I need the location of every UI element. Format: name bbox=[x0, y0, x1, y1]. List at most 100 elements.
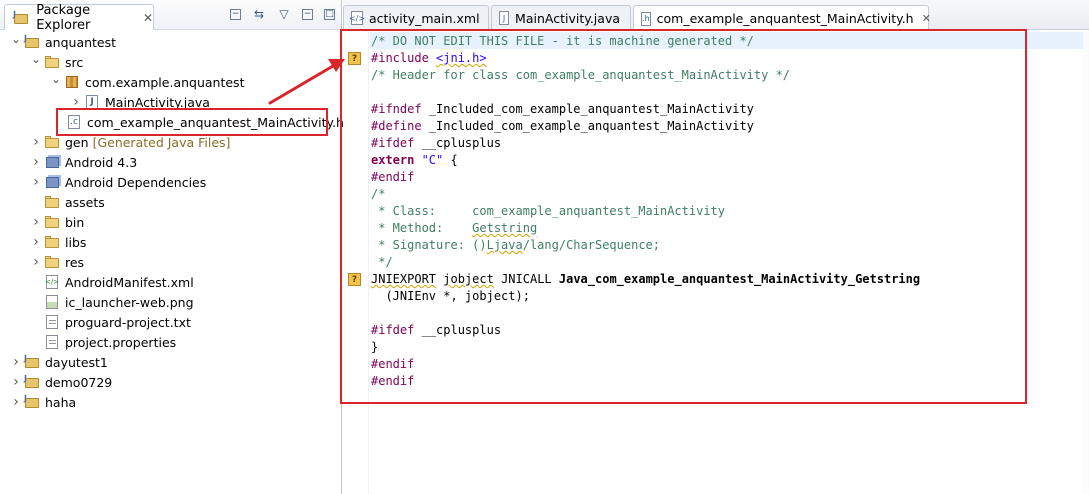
code-token: (JNIEnv *, jobject); bbox=[371, 289, 530, 303]
tree-item-label: src bbox=[65, 54, 84, 70]
project-icon: J bbox=[24, 354, 40, 370]
editor-area: </> activity_main.xml J MainActivity.java .h… bbox=[343, 0, 1089, 494]
code-token: _Included_com_example_anquantest_MainAct… bbox=[428, 119, 754, 133]
collapsed-chevron-icon[interactable]: › bbox=[30, 174, 42, 190]
tree-item-label: res bbox=[65, 254, 85, 270]
code-line: #ifdef __cplusplus bbox=[371, 322, 920, 339]
collapsed-chevron-icon[interactable]: › bbox=[30, 154, 42, 170]
collapsed-chevron-icon[interactable]: › bbox=[30, 134, 42, 150]
code-token: "C" bbox=[421, 153, 444, 167]
tree-item-label: assets bbox=[65, 194, 105, 210]
code-token: #endif bbox=[371, 357, 415, 371]
tree-item[interactable]: ⌄ src bbox=[30, 52, 83, 72]
tree-item[interactable]: ic_launcher-web.png bbox=[30, 292, 194, 312]
code-line: #endif bbox=[371, 373, 920, 390]
tree-item[interactable]: </> AndroidManifest.xml bbox=[30, 272, 194, 292]
close-icon[interactable]: ✕ bbox=[922, 12, 931, 25]
image-file-icon bbox=[44, 294, 60, 310]
view-title: Package Explorer bbox=[36, 2, 91, 33]
code-token: __cplusplus bbox=[421, 136, 502, 150]
tree-item[interactable]: › Jdayutest1 bbox=[10, 352, 108, 372]
tree-item[interactable]: › res bbox=[30, 252, 84, 272]
minimize-icon[interactable]: − bbox=[302, 8, 313, 20]
project-icon: J bbox=[24, 394, 40, 410]
code-line: ​ bbox=[371, 305, 920, 322]
code-line: #ifdef __cplusplus bbox=[371, 135, 920, 152]
editor-gutter: ?? bbox=[343, 31, 369, 494]
close-icon[interactable]: ✕ bbox=[143, 11, 153, 25]
code-token: Getstring bbox=[472, 221, 538, 235]
tree-item[interactable]: › Android 4.3 bbox=[30, 152, 137, 172]
collapsed-chevron-icon[interactable]: › bbox=[10, 354, 22, 370]
editor-tab[interactable]: .h com_example_anquantest_MainActivity.h ✕ bbox=[633, 5, 931, 31]
library-icon bbox=[44, 174, 60, 190]
code-line: } bbox=[371, 339, 920, 356]
code-text[interactable]: /* DO NOT EDIT THIS FILE - it is machine… bbox=[371, 33, 920, 390]
tree-item-decoration: [Generated Java Files] bbox=[92, 134, 231, 150]
code-line: #endif bbox=[371, 169, 920, 186]
expanded-chevron-icon[interactable]: ⌄ bbox=[10, 32, 22, 46]
collapsed-chevron-icon[interactable]: › bbox=[30, 214, 42, 230]
tree-item-label: gen bbox=[65, 134, 89, 150]
view-toolbar: − ⇆ ▽ − □ bbox=[230, 7, 335, 21]
code-line: */ bbox=[371, 254, 920, 271]
tree-item-label: project.properties bbox=[65, 334, 177, 350]
overview-ruler[interactable] bbox=[1083, 31, 1089, 494]
tree-item[interactable]: › libs bbox=[30, 232, 86, 252]
tree-item[interactable]: › Android Dependencies bbox=[30, 172, 206, 192]
maximize-icon[interactable]: □ bbox=[324, 8, 335, 20]
link-with-editor-icon[interactable]: ⇆ bbox=[252, 7, 266, 21]
expanded-chevron-icon[interactable]: ⌄ bbox=[50, 72, 62, 86]
tree-item-label: AndroidManifest.xml bbox=[65, 274, 194, 290]
c-header-file-icon: .h bbox=[641, 11, 651, 26]
package-explorer-tab[interactable]: J Package Explorer ✕ bbox=[4, 2, 154, 33]
code-line: #define _Included_com_example_anquantest… bbox=[371, 118, 920, 135]
code-line: /* bbox=[371, 186, 920, 203]
expanded-chevron-icon[interactable]: ⌄ bbox=[30, 52, 42, 66]
tree-item[interactable]: ⌄ com.example.anquantest bbox=[50, 72, 245, 92]
collapsed-chevron-icon[interactable]: › bbox=[10, 394, 22, 410]
tree-item[interactable]: project.properties bbox=[30, 332, 176, 352]
tree-item[interactable]: › Jdemo0729 bbox=[10, 372, 112, 392]
code-token: __cplusplus bbox=[421, 323, 502, 337]
tree-item-label: com.example.anquantest bbox=[85, 74, 245, 90]
collapsed-chevron-icon[interactable]: › bbox=[10, 374, 22, 390]
code-line: #endif bbox=[371, 356, 920, 373]
tree-item[interactable]: › bin bbox=[30, 212, 84, 232]
code-token: jobject bbox=[443, 272, 494, 286]
code-token: #endif bbox=[371, 374, 415, 388]
package-explorer-icon: J bbox=[13, 10, 28, 26]
code-line: * Class: com_example_anquantest_MainActi… bbox=[371, 203, 920, 220]
code-line: extern "C" { bbox=[371, 152, 920, 169]
collapsed-chevron-icon[interactable]: › bbox=[30, 234, 42, 250]
editor-tab-label: com_example_anquantest_MainActivity.h bbox=[656, 11, 914, 26]
warning-marker-icon[interactable]: ? bbox=[348, 52, 361, 65]
warning-marker-icon[interactable]: ? bbox=[348, 273, 361, 286]
tree-item[interactable]: › Jhaha bbox=[10, 392, 76, 412]
package-explorer-view: J Package Explorer ✕ − ⇆ ▽ − □ ⌄ Janquant… bbox=[0, 0, 344, 494]
collapsed-chevron-icon[interactable]: › bbox=[30, 254, 42, 270]
tree-item-label: proguard-project.txt bbox=[65, 314, 191, 330]
collapse-all-icon[interactable]: − bbox=[230, 8, 241, 20]
code-token: /* bbox=[371, 187, 386, 201]
tree-item-label: Android Dependencies bbox=[65, 174, 207, 190]
editor-tab-bar: </> activity_main.xml J MainActivity.java .h… bbox=[343, 0, 1089, 31]
project-icon: J bbox=[24, 374, 40, 390]
tree-item-label: anquantest bbox=[45, 34, 117, 50]
tree-item[interactable]: assets bbox=[30, 192, 105, 212]
folder-icon bbox=[44, 194, 60, 210]
tree-item-label: bin bbox=[65, 214, 85, 230]
tree-item[interactable]: proguard-project.txt bbox=[30, 312, 191, 332]
tree-item-label: demo0729 bbox=[45, 374, 113, 390]
code-token: /* Header for class com_example_anquante… bbox=[371, 68, 791, 82]
code-token: JNICALL bbox=[493, 272, 559, 286]
code-token: #ifdef bbox=[371, 323, 422, 337]
tree-item-label: dayutest1 bbox=[45, 354, 108, 370]
view-menu-icon[interactable]: ▽ bbox=[277, 7, 291, 21]
code-line: #include <jni.h> bbox=[371, 50, 920, 67]
editor-tab[interactable]: J MainActivity.java bbox=[491, 5, 631, 30]
tree-item-label: haha bbox=[45, 394, 77, 410]
tree-item[interactable]: ⌄ Janquantest bbox=[10, 32, 116, 52]
editor-tab[interactable]: </> activity_main.xml bbox=[343, 5, 489, 30]
tree-item-label: libs bbox=[65, 234, 87, 250]
